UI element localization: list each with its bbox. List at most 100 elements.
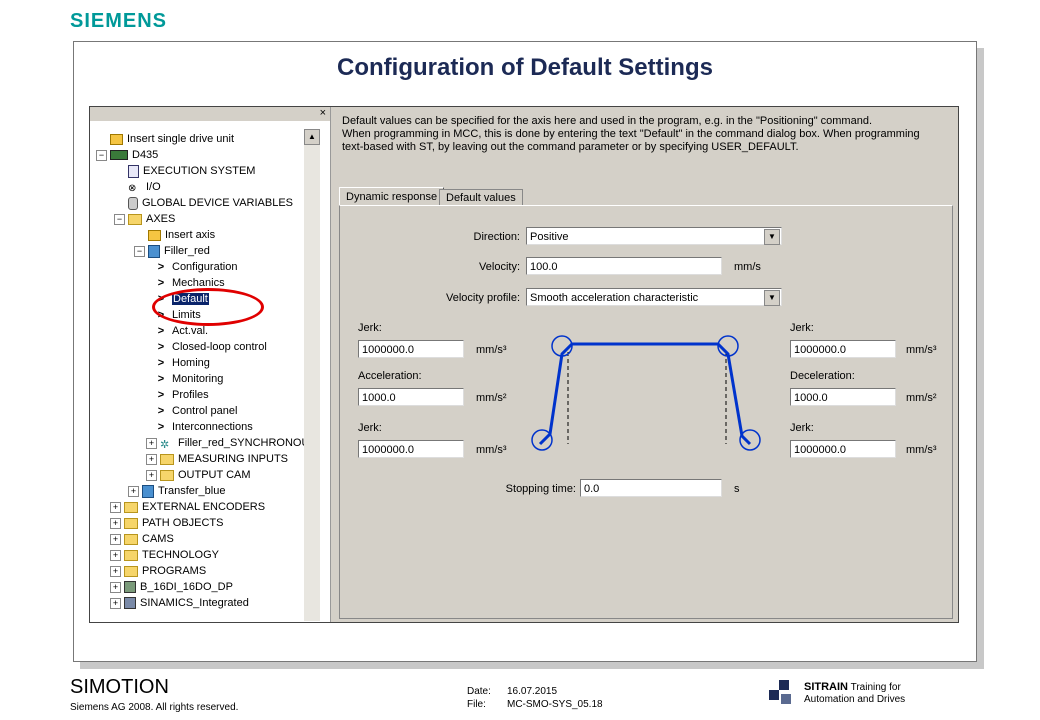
tree-item-b16di[interactable]: + B_16DI_16DO_DP: [110, 579, 233, 595]
product-name: SIMOTION: [70, 676, 169, 698]
info-line: When programming in MCC, this is done by…: [342, 128, 920, 140]
tree-item-monitoring[interactable]: > Monitoring: [156, 371, 224, 387]
scroll-up-icon[interactable]: ▲: [304, 129, 320, 145]
stopping-time-unit: s: [734, 483, 740, 495]
tree-item-global-vars[interactable]: GLOBAL DEVICE VARIABLES: [114, 195, 293, 211]
tree-item-closed-loop[interactable]: > Closed-loop control: [156, 339, 267, 355]
file-value: MC-SMO-SYS_05.18: [507, 699, 603, 710]
jerk-label: Jerk:: [790, 422, 814, 434]
sync-icon: ✲: [160, 439, 170, 452]
deceleration-field[interactable]: 1000.0: [790, 388, 896, 406]
tree-item-cams[interactable]: + CAMS: [110, 531, 174, 547]
tree-item-axes[interactable]: − AXES: [114, 211, 175, 227]
expand-icon[interactable]: +: [110, 565, 121, 577]
chevron-right-icon: >: [157, 341, 165, 353]
folder-icon: [124, 533, 138, 545]
database-icon: [128, 196, 138, 210]
jerk-accel-end-field[interactable]: 1000000.0: [358, 440, 464, 458]
execution-icon: [128, 164, 139, 178]
tree-item-output-cam[interactable]: + OUTPUT CAM: [146, 467, 251, 483]
tree-label: Act.val.: [172, 325, 209, 337]
jerk-unit: mm/s³: [906, 344, 937, 356]
expand-icon[interactable]: +: [110, 549, 121, 561]
jerk-decel-start-field[interactable]: 1000000.0: [790, 340, 896, 358]
dropdown-arrow-icon[interactable]: ▼: [764, 229, 780, 245]
tree-scrollbar[interactable]: ▲: [304, 129, 320, 621]
tree-label: CAMS: [142, 533, 174, 545]
expand-icon[interactable]: +: [128, 485, 139, 497]
tree-item-control-panel[interactable]: > Control panel: [156, 403, 238, 419]
drive-icon: [124, 597, 136, 610]
tree-label: Mechanics: [172, 277, 225, 289]
expand-icon[interactable]: +: [146, 453, 157, 465]
tree-item-insert-axis[interactable]: Insert axis: [134, 227, 215, 243]
velocity-label: Velocity:: [479, 261, 520, 273]
tree-label: Transfer_blue: [158, 485, 226, 497]
tab-dynamic-response[interactable]: Dynamic response: [339, 187, 445, 206]
jerk-unit: mm/s³: [476, 444, 507, 456]
expand-icon[interactable]: +: [110, 597, 121, 609]
slide-frame: Configuration of Default Settings × Inse…: [73, 41, 977, 662]
info-text: Default values can be specified for the …: [342, 115, 942, 154]
profile-label: Velocity profile:: [446, 292, 520, 304]
tree-item-transfer-blue[interactable]: + Transfer_blue: [128, 483, 225, 499]
collapse-icon[interactable]: −: [96, 149, 107, 161]
date-label: Date:: [467, 686, 491, 697]
acceleration-field[interactable]: 1000.0: [358, 388, 464, 406]
jerk-label: Jerk:: [358, 422, 382, 434]
tree-item-interconnections[interactable]: > Interconnections: [156, 419, 253, 435]
collapse-icon[interactable]: −: [114, 213, 125, 225]
tree-item-profiles[interactable]: > Profiles: [156, 387, 209, 403]
chevron-right-icon: >: [157, 373, 165, 385]
profile-select[interactable]: Smooth acceleration characteristic ▼: [526, 288, 782, 306]
direction-select[interactable]: Positive ▼: [526, 227, 782, 245]
expand-icon[interactable]: +: [146, 469, 157, 481]
tree-label: B_16DI_16DO_DP: [140, 581, 233, 593]
tree-item-execution-system[interactable]: EXECUTION SYSTEM: [114, 163, 255, 179]
tree-label: PROGRAMS: [142, 565, 207, 577]
folder-icon: [160, 469, 174, 481]
pane-splitter[interactable]: [330, 107, 335, 622]
tree-item-measuring-inputs[interactable]: + MEASURING INPUTS: [146, 451, 288, 467]
velocity-field[interactable]: 100.0: [526, 257, 722, 275]
jerk-end-field[interactable]: 1000000.0: [790, 440, 896, 458]
stopping-time-field[interactable]: 0.0: [580, 479, 722, 497]
tree-label: OUTPUT CAM: [178, 469, 251, 481]
tree-item-filler-red[interactable]: − Filler_red: [134, 243, 210, 259]
stopping-time-label: Stopping time:: [505, 483, 576, 495]
expand-icon[interactable]: +: [110, 501, 121, 513]
tree-item-technology[interactable]: + TECHNOLOGY: [110, 547, 219, 563]
tree-label: Filler_red: [164, 245, 210, 257]
tree-label: EXECUTION SYSTEM: [143, 165, 256, 177]
jerk-start-field[interactable]: 1000000.0: [358, 340, 464, 358]
tree-label: I/O: [146, 181, 161, 193]
copyright: Siemens AG 2008. All rights reserved.: [70, 702, 239, 713]
expand-icon[interactable]: +: [110, 517, 121, 529]
dropdown-arrow-icon[interactable]: ▼: [764, 290, 780, 306]
collapse-icon[interactable]: −: [134, 245, 145, 257]
expand-icon[interactable]: +: [146, 437, 157, 449]
expand-icon[interactable]: +: [110, 533, 121, 545]
close-icon[interactable]: ×: [320, 107, 326, 119]
tree-label: Configuration: [172, 261, 238, 273]
jerk-label: Jerk:: [358, 322, 382, 334]
tree-item-configuration[interactable]: > Configuration: [156, 259, 238, 275]
tree-item-programs[interactable]: + PROGRAMS: [110, 563, 206, 579]
tree-item-sinamics[interactable]: + SINAMICS_Integrated: [110, 595, 249, 611]
acceleration-label: Acceleration:: [358, 370, 422, 382]
tree-label: SINAMICS_Integrated: [140, 597, 249, 609]
tree-item-external-encoders[interactable]: + EXTERNAL ENCODERS: [110, 499, 265, 515]
tree-item-d435[interactable]: − D435: [96, 147, 158, 163]
tree-item-io[interactable]: ⊗ I/O: [114, 179, 161, 195]
tab-default-values[interactable]: Default values: [439, 189, 523, 206]
chevron-right-icon: >: [157, 261, 165, 273]
tree-item-path-objects[interactable]: + PATH OBJECTS: [110, 515, 224, 531]
tree-item-insert-drive[interactable]: Insert single drive unit: [96, 131, 234, 147]
folder-icon: [128, 213, 142, 225]
jerk-label: Jerk:: [790, 322, 814, 334]
default-highlight-annotation: [152, 288, 264, 326]
device-icon: [110, 150, 128, 161]
expand-icon[interactable]: +: [110, 581, 121, 593]
tree-item-filler-sync[interactable]: + ✲ Filler_red_SYNCHRONOU: [146, 435, 304, 451]
tree-item-homing[interactable]: > Homing: [156, 355, 210, 371]
